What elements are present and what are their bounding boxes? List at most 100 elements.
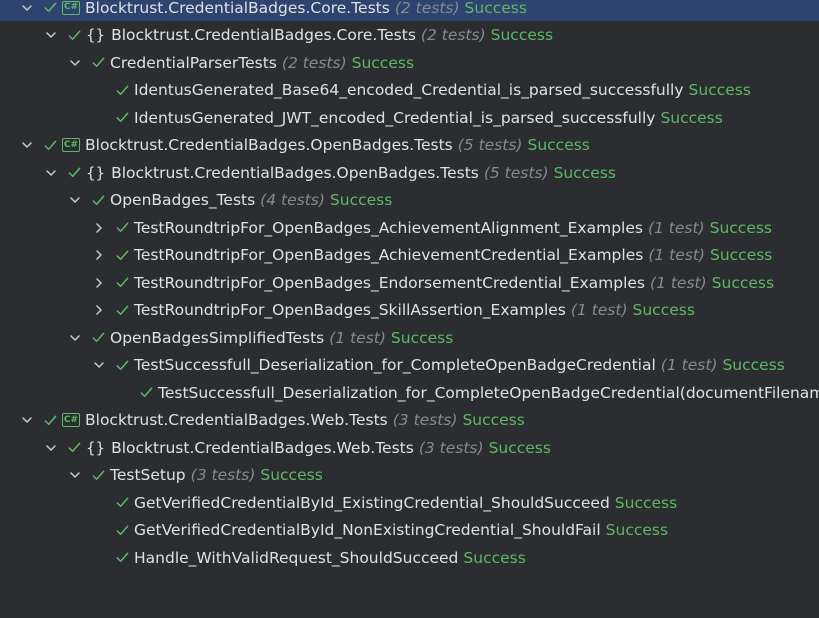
tree-row[interactable]: TestSetup (3 tests) Success [0,462,819,489]
tree-row[interactable]: TestRoundtripFor_OpenBadges_EndorsementC… [0,269,819,296]
status-label: Success [605,521,669,539]
check-icon [90,55,106,71]
tree-row[interactable]: C# Blocktrust.CredentialBadges.Core.Tests… [0,0,819,21]
tree-node-name: TestRoundtripFor_OpenBadges_AchievementA… [134,218,643,237]
status-label: Success [711,273,775,292]
namespace-icon: {} [86,26,106,44]
tree-node-name: CredentialParserTests [110,53,277,72]
tree-row[interactable]: TestSuccessfull_Deserialization_for_Comp… [0,379,819,406]
tree-row[interactable]: Handle_WithValidRequest_ShouldSucceed Suc… [0,544,819,571]
chevron-down-icon[interactable] [68,331,82,345]
tree-node-name: TestRoundtripFor_OpenBadges_EndorsementC… [134,273,646,292]
status-label: Success [709,218,773,237]
test-count: (2 tests) [281,53,347,72]
status-label: Success [329,191,393,209]
tree-row[interactable]: GetVerifiedCredentialById_NonExistingCre… [0,517,819,544]
namespace-icon: {} [86,163,106,182]
tree-node-name: TestRoundtripFor_OpenBadges_SkillAsserti… [134,301,566,319]
csharp-project-icon: C# [62,138,80,152]
check-icon [90,467,106,483]
tree-row[interactable]: {} Blocktrust.CredentialBadges.Web.Tests(… [0,434,819,461]
check-icon [114,220,130,236]
check-icon [66,165,82,181]
chevron-down-icon[interactable] [44,441,58,455]
tree-node-name: IdentusGenerated_Base64_encoded_Credenti… [134,81,684,99]
status-label: Success [463,548,526,567]
check-icon [114,110,130,126]
status-label: Success [527,136,590,154]
status-label: Success [722,356,785,374]
check-icon [42,0,58,16]
tree-node-name: TestSuccessfull_Deserialization_for_Comp… [134,356,656,374]
check-icon [114,275,130,291]
test-count: (1 test) [648,246,705,264]
test-count: (2 tests) [394,0,460,17]
test-count: (1 test) [570,301,628,319]
tree-node-name: Blocktrust.CredentialBadges.OpenBadges.T… [85,136,453,154]
tree-row[interactable]: TestRoundtripFor_OpenBadges_AchievementA… [0,214,819,241]
tree-row[interactable]: {} Blocktrust.CredentialBadges.OpenBadges… [0,159,819,186]
chevron-down-icon[interactable] [92,358,106,372]
status-label: Success [351,53,415,72]
status-label: Success [488,438,551,457]
test-count: (1 test) [329,328,386,347]
test-count: (5 tests) [457,136,523,154]
test-count: (5 tests) [483,163,549,182]
chevron-down-icon[interactable] [44,166,58,180]
test-count: (1 test) [660,356,718,374]
status-label: Success [614,493,678,512]
tree-node-name: Blocktrust.CredentialBadges.Core.Tests [85,0,390,17]
tree-row[interactable]: C# Blocktrust.CredentialBadges.OpenBadges… [0,132,819,159]
chevron-down-icon[interactable] [68,56,82,70]
chevron-down-icon[interactable] [20,1,34,15]
chevron-right-icon[interactable] [92,276,106,290]
check-icon [42,412,58,428]
test-count: (2 tests) [420,26,486,44]
chevron-right-icon[interactable] [92,248,106,262]
status-label: Success [632,301,695,319]
tree-row[interactable]: IdentusGenerated_Base64_encoded_Credenti… [0,77,819,104]
tree-node-name: TestSetup [110,466,186,484]
status-label: Success [464,0,527,17]
check-icon [114,550,130,566]
tree-node-name: GetVerifiedCredentialById_ExistingCreden… [134,493,610,512]
chevron-down-icon[interactable] [68,468,82,482]
test-count: (1 test) [647,218,705,237]
chevron-down-icon[interactable] [68,193,82,207]
tree-row[interactable]: IdentusGenerated_JWT_encoded_Credential_… [0,104,819,131]
check-icon [114,247,130,263]
check-icon [66,440,82,456]
tree-row[interactable]: {} Blocktrust.CredentialBadges.Core.Tests… [0,22,819,49]
tree-row[interactable]: TestSuccessfull_Deserialization_for_Comp… [0,352,819,379]
test-count: (3 tests) [418,438,484,457]
tree-row[interactable]: OpenBadges_Tests (4 tests) Success [0,187,819,214]
namespace-icon: {} [86,438,106,457]
csharp-project-icon: C# [62,413,80,427]
test-count: (3 tests) [392,411,458,429]
tree-node-name: OpenBadgesSimplifiedTests [110,328,325,347]
chevron-right-icon[interactable] [92,303,106,317]
tree-row[interactable]: GetVerifiedCredentialById_ExistingCreden… [0,489,819,516]
status-label: Success [660,108,723,127]
chevron-down-icon[interactable] [20,138,34,152]
status-label: Success [553,163,616,182]
tree-row[interactable]: TestRoundtripFor_OpenBadges_SkillAsserti… [0,297,819,324]
tree-node-name: IdentusGenerated_JWT_encoded_Credential_… [134,108,656,127]
tree-node-name: Blocktrust.CredentialBadges.OpenBadges.T… [111,163,479,182]
tree-node-name: OpenBadges_Tests [110,191,256,209]
tree-row[interactable]: TestRoundtripFor_OpenBadges_AchievementC… [0,242,819,269]
csharp-project-icon: C# [62,0,80,15]
tree-node-name: Blocktrust.CredentialBadges.Web.Tests [111,438,414,457]
tree-row[interactable]: CredentialParserTests (2 tests) Success [0,49,819,76]
chevron-right-icon[interactable] [92,221,106,235]
check-icon [114,495,130,511]
chevron-down-icon[interactable] [44,28,58,42]
tree-row[interactable]: OpenBadgesSimplifiedTests (1 test) Success [0,324,819,351]
chevron-down-icon[interactable] [20,413,34,427]
tree-row[interactable]: C# Blocktrust.CredentialBadges.Web.Tests(… [0,407,819,434]
